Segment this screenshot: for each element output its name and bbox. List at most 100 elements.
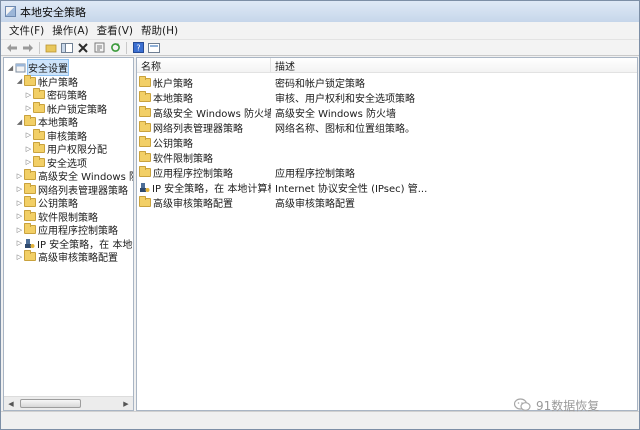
local-security-policy-window: 本地安全策略 文件(F) 操作(A) 查看(V) 帮助(H) ? ◢ 安全设置 …	[0, 0, 640, 430]
tree-item[interactable]: ▷ 安全选项	[4, 155, 133, 170]
menu-help[interactable]: 帮助(H)	[137, 23, 182, 38]
list-row[interactable]: 应用程序控制策略 应用程序控制策略	[137, 165, 637, 180]
title-bar: 本地安全策略	[1, 1, 639, 22]
tree-item[interactable]: ▷ 高级审核策略配置	[4, 250, 133, 264]
tree-item[interactable]: ▷ 密码策略	[4, 88, 133, 102]
column-header-name[interactable]: 名称	[137, 58, 271, 73]
list-row[interactable]: 帐户策略 密码和帐户锁定策略	[137, 75, 637, 90]
expanded-triangle-icon[interactable]: ◢	[6, 62, 15, 73]
collapsed-triangle-icon[interactable]: ▷	[15, 184, 24, 195]
folder-icon	[139, 150, 151, 162]
tree-item[interactable]: ▷ 审核策略	[4, 128, 133, 143]
collapsed-triangle-icon[interactable]: ▷	[24, 89, 33, 100]
list-cell-name: 本地策略	[137, 90, 271, 105]
list-item-description: Internet 协议安全性 (IPsec) 管...	[275, 183, 428, 195]
tree-horizontal-scrollbar[interactable]: ◀ ▶	[4, 396, 133, 410]
toolbar-separator	[39, 41, 40, 54]
list-row[interactable]: 高级审核策略配置 高级审核策略配置	[137, 195, 637, 210]
list-item-name: 应用程序控制策略	[153, 168, 233, 180]
tree-item[interactable]: ▷ 网络列表管理器策略	[4, 182, 133, 197]
folder-icon	[139, 75, 151, 87]
forward-icon[interactable]	[21, 41, 35, 54]
up-folder-icon[interactable]	[44, 41, 58, 54]
list-item-description: 审核、用户权利和安全选项策略	[275, 93, 415, 105]
collapsed-triangle-icon[interactable]: ▷	[24, 143, 33, 154]
collapsed-triangle-icon[interactable]: ▷	[15, 238, 24, 249]
folder-icon	[33, 88, 45, 99]
menu-file[interactable]: 文件(F)	[5, 23, 48, 38]
collapsed-triangle-icon[interactable]: ▷	[24, 157, 33, 168]
tree-item-label: 高级审核策略配置	[38, 253, 118, 264]
list-cell-name: 网络列表管理器策略	[137, 120, 271, 135]
scroll-thumb[interactable]	[20, 399, 81, 408]
status-bar	[1, 411, 639, 429]
collapsed-triangle-icon[interactable]: ▷	[24, 103, 33, 114]
refresh-icon[interactable]	[108, 41, 122, 54]
collapsed-triangle-icon[interactable]: ▷	[24, 130, 33, 141]
list-item-name: 本地策略	[153, 93, 193, 105]
folder-icon	[24, 169, 36, 180]
tree-item[interactable]: ▷ 用户权限分配	[4, 142, 133, 156]
list-row[interactable]: IP 安全策略，在 本地计算机 Internet 协议安全性 (IPsec) 管.…	[137, 180, 637, 195]
folder-icon	[33, 142, 45, 153]
list-cell-name: 高级安全 Windows 防火墙	[137, 105, 271, 120]
toolbar: ?	[1, 40, 639, 56]
scroll-left-icon[interactable]: ◀	[4, 397, 18, 410]
tree-item[interactable]: ▷ 软件限制策略	[4, 209, 133, 224]
list-row[interactable]: 公钥策略	[137, 135, 637, 150]
tree-item[interactable]: ▷ 公钥策略	[4, 196, 133, 210]
help-icon[interactable]: ?	[131, 41, 145, 54]
folder-icon	[24, 74, 36, 86]
list-row[interactable]: 软件限制策略	[137, 150, 637, 165]
properties-icon[interactable]	[92, 41, 106, 54]
collapsed-triangle-icon[interactable]: ▷	[15, 224, 24, 235]
list-item-description: 高级审核策略配置	[275, 198, 355, 210]
list-cell-name: 软件限制策略	[137, 150, 271, 165]
folder-icon	[139, 195, 151, 207]
folder-icon	[139, 90, 151, 102]
list-item-description: 应用程序控制策略	[275, 168, 355, 180]
window-title: 本地安全策略	[20, 5, 86, 19]
list-cell-name: 帐户策略	[137, 75, 271, 90]
tree-item[interactable]: ◢ 帐户策略	[4, 74, 133, 89]
list-header: 名称 描述	[137, 58, 637, 73]
collapsed-triangle-icon[interactable]: ▷	[15, 251, 24, 262]
collapsed-triangle-icon[interactable]: ▷	[15, 211, 24, 222]
folder-icon	[24, 115, 36, 126]
scroll-right-icon[interactable]: ▶	[119, 397, 133, 410]
menu-view[interactable]: 查看(V)	[93, 23, 137, 38]
menu-action[interactable]: 操作(A)	[48, 23, 92, 38]
console-icon[interactable]	[147, 41, 161, 54]
list-item-name: 网络列表管理器策略	[153, 123, 243, 135]
list-row[interactable]: 网络列表管理器策略 网络名称、图标和位置组策略。	[137, 120, 637, 135]
list-row[interactable]: 本地策略 审核、用户权利和安全选项策略	[137, 90, 637, 105]
collapsed-triangle-icon[interactable]: ▷	[15, 170, 24, 181]
list-cell-name: 公钥策略	[137, 135, 271, 150]
tree-item[interactable]: ▷IP 安全策略，在 本地计算机	[4, 237, 133, 251]
expanded-triangle-icon[interactable]: ◢	[15, 116, 24, 127]
watermark: 91数据恢复	[514, 397, 599, 413]
folder-icon	[24, 223, 36, 234]
tree-item[interactable]: ▷ 应用程序控制策略	[4, 223, 133, 237]
collapsed-triangle-icon[interactable]: ▷	[15, 197, 24, 208]
list-row[interactable]: 高级安全 Windows 防火墙 高级安全 Windows 防火墙	[137, 105, 637, 120]
folder-icon	[24, 250, 36, 261]
list-cell-name: 高级审核策略配置	[137, 195, 271, 210]
folder-icon	[139, 135, 151, 147]
column-header-description[interactable]: 描述	[271, 58, 637, 73]
tree-item[interactable]: ◢ 安全设置	[4, 59, 133, 76]
show-tree-icon[interactable]	[60, 41, 74, 54]
watermark-text: 91数据恢复	[536, 398, 600, 413]
tree-item[interactable]: ▷ 帐户锁定策略	[4, 101, 133, 116]
list-item-name: IP 安全策略，在 本地计算机	[152, 183, 271, 195]
scroll-track[interactable]	[18, 398, 119, 409]
tree-item[interactable]: ◢ 本地策略	[4, 115, 133, 129]
expanded-triangle-icon[interactable]: ◢	[15, 76, 24, 87]
folder-icon	[24, 182, 36, 194]
list-item-name: 高级审核策略配置	[153, 198, 233, 210]
tree-pane[interactable]: ◢ 安全设置 ◢ 帐户策略 ▷ 密码策略 ▷ 帐户锁定策略 ◢ 本地策略 ▷ 审核策略 ▷ 用户权限分配 ▷…	[3, 57, 134, 411]
list-item-name: 软件限制策略	[153, 153, 213, 165]
back-icon[interactable]	[5, 41, 19, 54]
delete-icon[interactable]	[76, 41, 90, 54]
tree-item[interactable]: ▷高级安全 Windows 防火墙	[4, 169, 133, 183]
